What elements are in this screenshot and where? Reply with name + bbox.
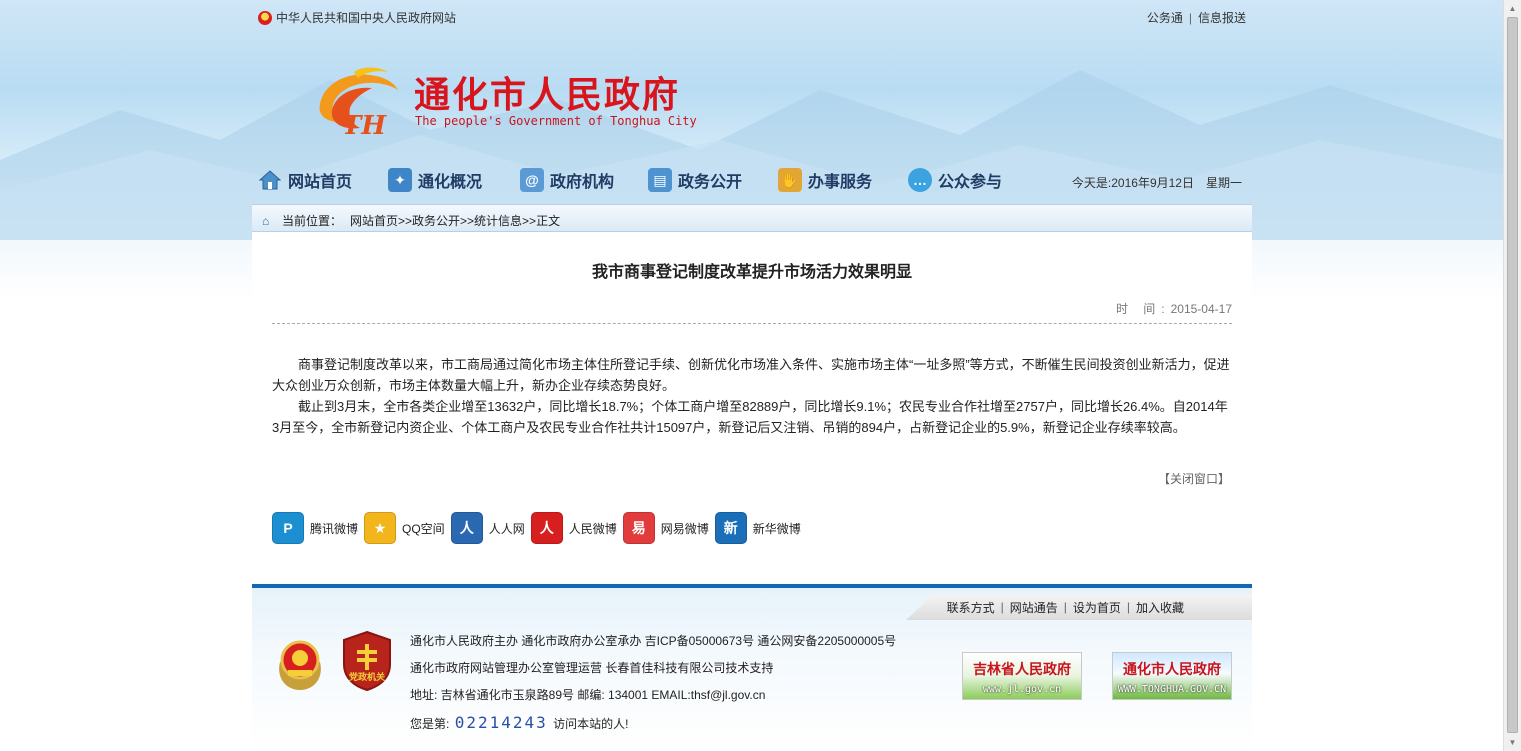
window-scrollbar[interactable]: ▲ ▼: [1503, 0, 1521, 751]
nav-label: 政府机构: [550, 174, 615, 191]
netease-weibo-icon: 易: [622, 512, 655, 544]
visit-suffix: 访问本站的人!: [553, 717, 629, 731]
nav-item-public-participation[interactable]: … 公众参与: [908, 166, 1002, 194]
breadcrumb-path[interactable]: 网站首页>>政务公开>>统计信息>>正文: [350, 212, 560, 229]
footer-link-set-home[interactable]: 设为首页: [1073, 599, 1121, 616]
nav-item-government-affairs[interactable]: ▤ 政务公开: [648, 166, 742, 194]
top-link-gongwutong[interactable]: 公务通: [1147, 11, 1183, 25]
breadcrumb-label: 当前位置：: [282, 214, 343, 228]
site-subtitle: The people's Government of Tonghua City: [415, 114, 697, 128]
date-text: 今天是:2016年9月12日: [1071, 176, 1194, 190]
share-qzone[interactable]: ★ QQ空间: [364, 512, 445, 544]
share-label: 人人网: [488, 521, 525, 536]
nav-item-home[interactable]: 网站首页: [258, 166, 352, 194]
time-value: 2015-04-17: [1170, 302, 1232, 316]
logo-letters: TH: [342, 111, 387, 141]
share-people-weibo[interactable]: 人 人民微博: [530, 512, 617, 544]
jilin-gov-title: 吉林省人民政府: [973, 661, 1071, 677]
footer-links: 联系方式 | 网站通告 | 设为首页 | 加入收藏: [906, 594, 1252, 620]
tonghua-gov-link[interactable]: 通化市人民政府 WWW.TONGHUA.GOV.CN: [1112, 652, 1232, 700]
main-nav: 网站首页 ✦ 通化概况 @ 政府机构 ▤ 政务公开 ✋ 办事服务 … 公众参与 …: [252, 166, 1252, 196]
service-icon: ✋: [778, 168, 802, 192]
share-label: 人民微博: [568, 521, 617, 536]
document-icon: ▤: [648, 168, 672, 192]
national-emblem-icon: [258, 10, 272, 25]
weekday-text: 星期一: [1205, 176, 1242, 190]
nav-item-organization[interactable]: @ 政府机构: [520, 166, 614, 194]
chat-icon: …: [908, 168, 932, 192]
qzone-icon: ★: [364, 512, 397, 544]
article-time: 时 间:2015-04-17: [1116, 300, 1232, 317]
tencent-weibo-icon: P: [272, 512, 304, 544]
share-label: 新华微博: [752, 521, 801, 536]
article: 我市商事登记制度改革提升市场活力效果明显 时 间:2015-04-17 商事登记…: [252, 232, 1252, 572]
separator: |: [1126, 600, 1130, 614]
breadcrumb: ⌂ 当前位置： 网站首页>>政务公开>>统计信息>>正文: [252, 204, 1252, 232]
footer-link-notice[interactable]: 网站通告: [1010, 599, 1058, 616]
share-label: QQ空间: [402, 521, 445, 536]
share-bar: P 腾讯微博 ★ QQ空间 人 人人网 人 人民微博 易 网易微博 新 新华微博: [272, 512, 807, 544]
jilin-gov-url: www.jl.gov.cn: [982, 684, 1062, 695]
scroll-up-icon[interactable]: ▲: [1507, 3, 1518, 14]
scroll-down-icon[interactable]: ▼: [1507, 737, 1518, 748]
footer-line-sponsor: 通化市人民政府主办 通化市政府办公室承办 吉ICP备05000673号 通公网安…: [410, 634, 897, 648]
footer: 联系方式 | 网站通告 | 设为首页 | 加入收藏 党政机关 通化市人民政府主办 通化…: [252, 584, 1252, 751]
renren-icon: 人: [450, 512, 483, 544]
separator: |: [1063, 600, 1067, 614]
share-xinhua-weibo[interactable]: 新 新华微博: [714, 512, 801, 544]
share-label: 腾讯微博: [310, 521, 359, 536]
article-paragraph: 截止到3月末，全市各类企业增至13632户，同比增长18.7%；个体工商户增至8…: [272, 399, 1228, 435]
nav-label: 通化概况: [418, 174, 483, 191]
site-title: 通化市人民政府: [414, 74, 681, 116]
footer-link-bookmark[interactable]: 加入收藏: [1136, 599, 1184, 616]
share-label: 网易微博: [660, 521, 709, 536]
jilin-gov-link[interactable]: 吉林省人民政府 www.jl.gov.cn: [962, 652, 1082, 700]
footer-link-contact[interactable]: 联系方式: [947, 599, 995, 616]
article-title: 我市商事登记制度改革提升市场活力效果明显: [591, 264, 912, 281]
nav-label: 公众参与: [938, 174, 1003, 191]
overview-icon: ✦: [388, 168, 412, 192]
nav-label: 政务公开: [678, 174, 743, 191]
city-logo-icon[interactable]: TH: [302, 64, 402, 144]
tonghua-gov-title: 通化市人民政府: [1123, 661, 1221, 677]
footer-line-operator: 通化市政府网站管理办公室管理运营 长春首佳科技有限公司技术支持: [410, 661, 774, 675]
article-body: 商事登记制度改革以来，市工商局通过简化市场主体住所登记手续、创新优化市场准入条件…: [272, 354, 1232, 438]
current-date: 今天是:2016年9月12日 星期一: [1072, 174, 1242, 191]
home-icon: [258, 168, 282, 192]
xinhua-weibo-icon: 新: [714, 512, 747, 544]
separator: |: [1188, 11, 1192, 25]
scroll-thumb[interactable]: [1507, 17, 1518, 733]
gov-link[interactable]: 中华人民共和国中央人民政府网站: [258, 9, 456, 26]
time-label: 时 间:: [1115, 302, 1171, 316]
party-agency-badge[interactable]: 党政机关: [340, 630, 394, 692]
divider: [272, 323, 1232, 324]
nav-item-services[interactable]: ✋ 办事服务: [778, 166, 872, 194]
share-renren[interactable]: 人 人人网: [450, 512, 525, 544]
breadcrumb-home-icon: ⌂: [262, 213, 270, 228]
tonghua-gov-url: WWW.TONGHUA.GOV.CN: [1117, 684, 1227, 695]
badge-caption: 党政机关: [348, 672, 385, 682]
share-tencent-weibo[interactable]: P 腾讯微博: [272, 512, 358, 544]
footer-info: 通化市人民政府主办 通化市政府办公室承办 吉ICP备05000673号 通公网安…: [410, 628, 896, 738]
people-weibo-icon: 人: [530, 512, 563, 544]
close-window-link[interactable]: 【关闭窗口】: [1158, 470, 1230, 487]
organization-icon: @: [520, 168, 544, 192]
visit-count: 02214243: [454, 713, 548, 732]
footer-line-address: 地址: 吉林省通化市玉泉路89号 邮编: 134001 EMAIL:thsf@j…: [410, 688, 766, 702]
separator: |: [1000, 600, 1004, 614]
police-badge-icon[interactable]: [274, 634, 326, 692]
nav-label: 网站首页: [288, 174, 353, 191]
site-header: TH 通化市人民政府 The people's Government of To…: [252, 58, 1252, 148]
top-links: 公务通 | 信息报送: [1147, 9, 1246, 26]
nav-label: 办事服务: [808, 174, 873, 191]
article-paragraph: 商事登记制度改革以来，市工商局通过简化市场主体住所登记手续、创新优化市场准入条件…: [272, 357, 1230, 393]
visit-prefix: 您是第:: [410, 717, 450, 731]
nav-item-overview[interactable]: ✦ 通化概况: [388, 166, 482, 194]
gov-link-text[interactable]: 中华人民共和国中央人民政府网站: [276, 9, 456, 26]
top-link-info-report[interactable]: 信息报送: [1198, 11, 1246, 25]
share-netease-weibo[interactable]: 易 网易微博: [622, 512, 709, 544]
visit-counter: 您是第: 02214243 访问本站的人!: [410, 709, 896, 738]
top-bar: 中华人民共和国中央人民政府网站 公务通 | 信息报送: [252, 6, 1252, 28]
